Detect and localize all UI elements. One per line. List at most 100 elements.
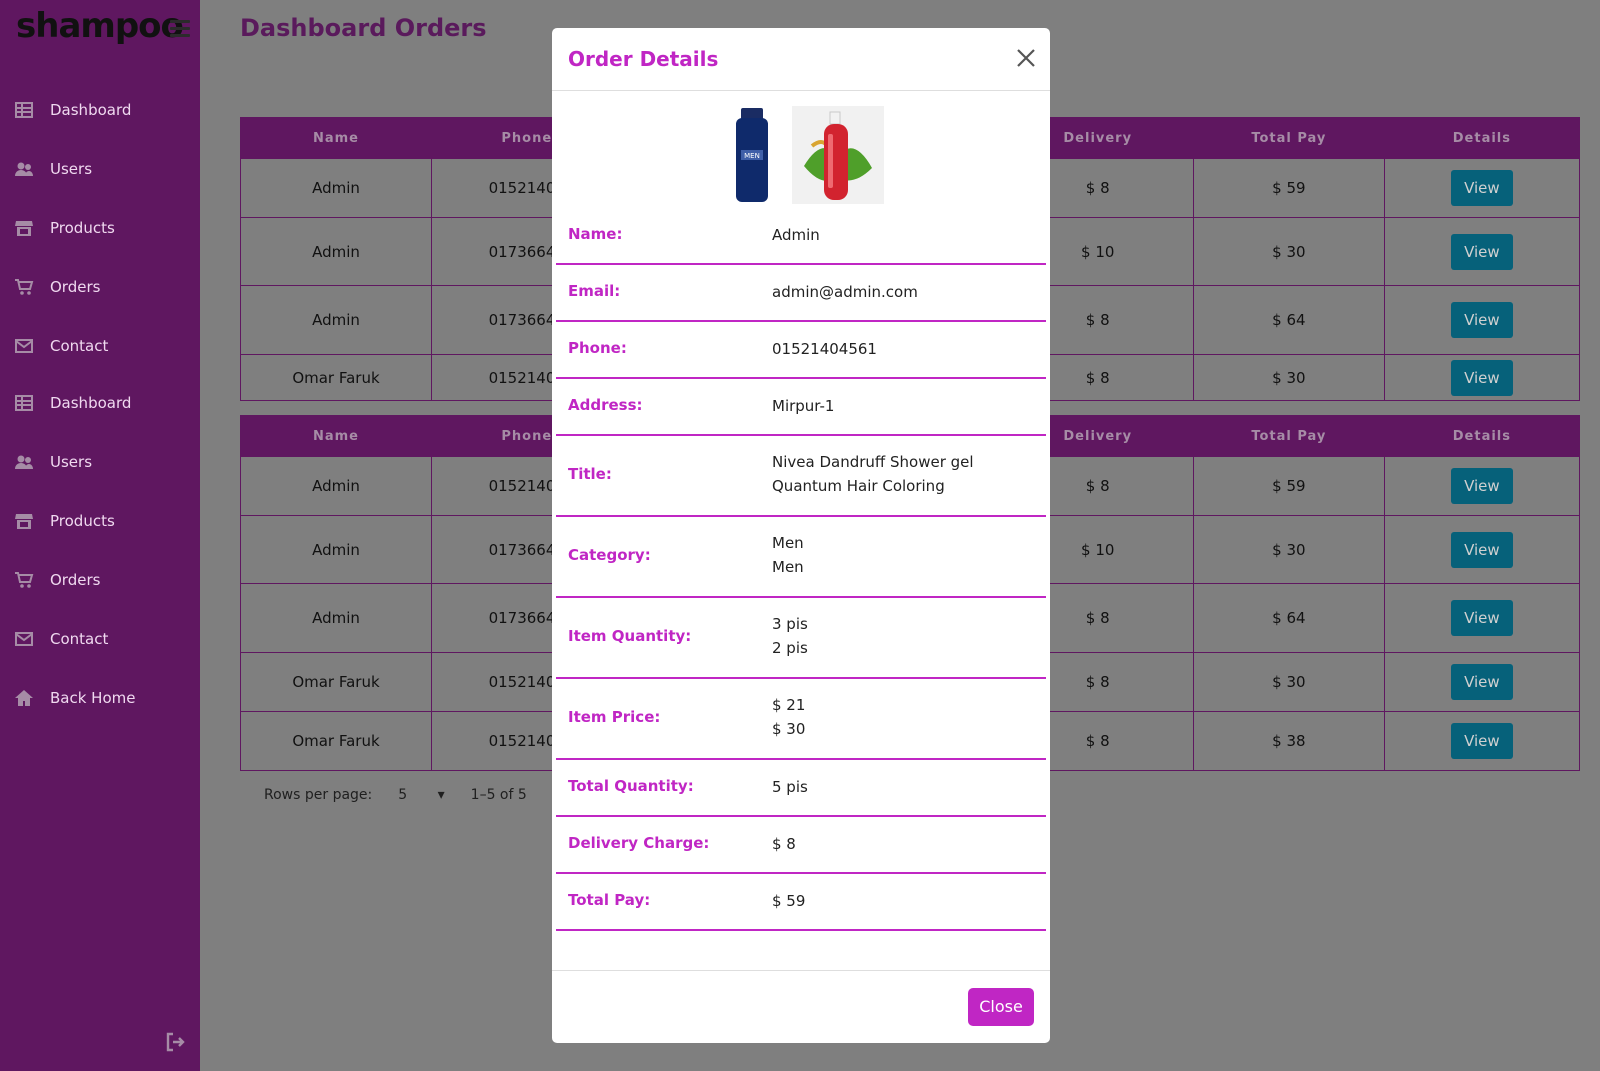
detail-row: Title: Nivea Dandruff Shower gel Quantum H… [556,434,1046,517]
detail-value: $ 59 [772,889,805,913]
detail-value: $ 8 [772,832,796,856]
detail-value-line: 01521404561 [772,339,877,358]
detail-value-line: Admin [772,225,820,244]
users-icon [15,455,33,469]
sidebar-item-products[interactable]: Products [14,507,115,535]
sidebar-item-label: Users [50,160,93,178]
detail-label: Title: [568,464,612,483]
page-title: Dashboard Orders [240,14,487,42]
detail-value-line: Nivea Dandruff Shower gel [772,452,974,471]
rows-per-page-value[interactable]: 5 [398,787,407,803]
page-range: 1–5 of 5 [470,787,527,803]
sidebar-item-label: Orders [50,571,101,589]
hair-coloring-bottle-icon [792,106,884,204]
view-button[interactable]: View [1450,664,1513,700]
sidebar-item-orders[interactable]: Orders [14,566,100,594]
sidebar-item-contact[interactable]: Contact [14,332,108,360]
detail-label: Item Quantity: [568,626,692,645]
sidebar-item-products[interactable]: Products [14,214,115,242]
view-button[interactable]: View [1450,302,1513,338]
detail-value: Men Men [772,531,804,579]
table-cell: $ 59 [1192,158,1385,218]
sidebar-item-dashboard[interactable]: Dashboard [14,96,131,124]
detail-value-line: Mirpur-1 [772,396,835,415]
table-cell: $ 30 [1192,515,1385,584]
detail-label: Phone: [568,338,627,357]
product-images: MEN [552,106,1050,206]
table-header-cell: Total Pay [1192,415,1385,457]
detail-value-line: 5 pis [772,777,808,796]
sidebar-item-back-home[interactable]: Back Home [14,684,135,712]
sidebar-item-label: Dashboard [50,101,132,119]
table-cell: View [1383,217,1581,286]
detail-value: 01521404561 [772,337,877,361]
view-button[interactable]: View [1450,233,1513,270]
sidebar-item-orders[interactable]: Orders [14,273,100,301]
detail-value-line: 3 pis [772,614,808,633]
detail-value-line: $ 21 [772,695,806,714]
detail-value: Nivea Dandruff Shower gel Quantum Hair Co… [772,450,974,498]
table-cell: View [1383,354,1581,401]
table-cell: $ 59 [1192,456,1385,516]
logout-icon[interactable] [163,1030,187,1054]
detail-value-line: Men [772,533,804,552]
sidebar-item-contact[interactable]: Contact [14,625,108,653]
sidebar-item-label: Contact [50,630,109,648]
sidebar-item-users[interactable]: Users [14,155,92,183]
detail-row: Name: Admin [556,206,1046,265]
mail-icon [15,632,33,646]
rows-per-page-label: Rows per page: [264,787,373,803]
detail-value-line: $ 8 [772,834,796,853]
users-icon [15,162,33,176]
mail-icon [15,339,33,353]
pagination: Rows per page: 5 ▾ 1–5 of 5 [264,787,553,803]
sidebar-item-label: Dashboard [50,394,132,412]
shampoo-bottle-icon: MEN [736,108,768,202]
detail-value: 5 pis [772,775,808,799]
table-cell: $ 64 [1192,285,1385,355]
menu-icon[interactable] [170,20,190,37]
sidebar-item-dashboard[interactable]: Dashboard [14,389,131,417]
rows-per-page-select[interactable]: 5 ▾ [398,787,444,803]
close-icon[interactable] [1016,48,1036,68]
table-cell: Omar Faruk [240,652,432,712]
sidebar-item-label: Users [50,453,93,471]
sidebar-item-label: Back Home [50,689,136,707]
table-cell: View [1383,583,1581,653]
detail-label: Category: [568,545,651,564]
detail-value-line: $ 59 [772,891,806,910]
view-button[interactable]: View [1450,600,1513,636]
brand-logo[interactable]: shampoo [16,6,184,46]
view-button[interactable]: View [1450,359,1513,396]
view-button[interactable]: View [1450,531,1513,568]
detail-label: Delivery Charge: [568,833,710,852]
sidebar-item-label: Contact [50,337,109,355]
table-cell: View [1383,515,1581,584]
close-button[interactable]: Close [968,988,1034,1026]
table-cell: Admin [240,515,432,584]
svg-text:MEN: MEN [744,152,760,160]
cart-icon [15,572,34,588]
detail-label: Address: [568,395,643,414]
order-details-modal: Order Details MEN Name: Admin Email: admin@… [552,28,1050,1043]
modal-title: Order Details [568,47,719,71]
detail-value-line: 2 pis [772,638,808,657]
table-header-cell: Name [240,415,432,457]
table-header-cell: Details [1383,415,1581,457]
table-cell: Admin [240,583,432,653]
detail-value: Mirpur-1 [772,394,834,418]
view-button[interactable]: View [1450,170,1513,206]
detail-value-line: Quantum Hair Coloring [772,476,945,495]
table-cell: $ 30 [1192,354,1385,401]
detail-row: Total Pay: $ 59 [556,872,1046,931]
detail-label: Total Quantity: [568,776,694,795]
view-button[interactable]: View [1450,723,1513,759]
view-button[interactable]: View [1450,468,1513,504]
detail-value-line: $ 30 [772,719,806,738]
table-header-cell: Name [240,117,432,159]
sidebar-item-users[interactable]: Users [14,448,92,476]
store-icon [15,514,33,529]
table-cell: Admin [240,158,432,218]
sidebar: shampoo Dashboard Users Products Orders Cont… [0,0,200,1071]
sidebar-item-label: Products [50,512,115,530]
